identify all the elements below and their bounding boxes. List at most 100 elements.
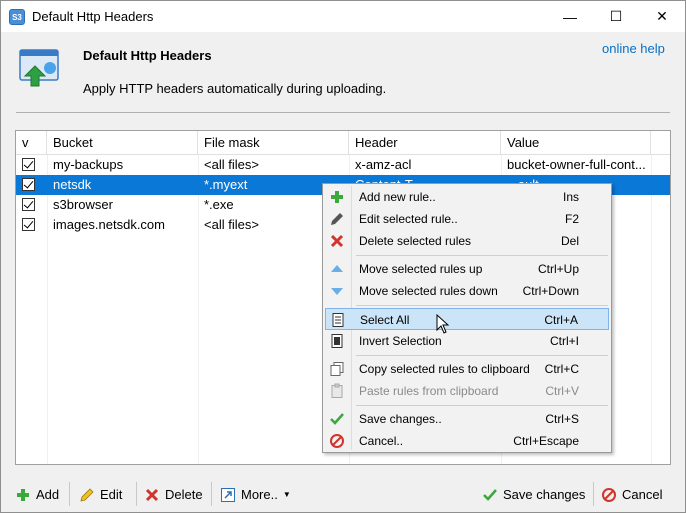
save-changes-button[interactable]: Save changes: [482, 484, 585, 506]
s3-app-icon: S3: [9, 9, 25, 25]
maximize-button[interactable]: ☐: [593, 1, 639, 32]
menu-item-move-down[interactable]: Move selected rules down Ctrl+Down: [325, 280, 609, 302]
menu-item-edit-rule[interactable]: Edit selected rule.. F2: [325, 208, 609, 230]
mouse-cursor-icon: [436, 314, 450, 334]
menu-item-shortcut: Ctrl+V: [545, 384, 579, 398]
upload-window-icon: [19, 49, 59, 87]
menu-item-shortcut: Del: [560, 234, 579, 248]
window-title: Default Http Headers: [32, 9, 154, 24]
menu-separator: [356, 255, 608, 256]
bottom-toolbar: Add Edit Delete More.. ▼ Save changes Ca…: [1, 476, 685, 512]
menu-separator: [356, 305, 608, 306]
value-cell: bucket-owner-full-cont...: [507, 157, 646, 172]
toolbar-divider: [69, 482, 70, 506]
header-cell: x-amz-acl: [355, 157, 412, 172]
edit-button[interactable]: Edit: [79, 484, 122, 506]
table-header: v Bucket File mask Header Value: [16, 131, 670, 155]
toolbar-divider: [593, 482, 594, 506]
paste-icon: [329, 383, 345, 399]
column-header-value[interactable]: Value: [501, 131, 651, 155]
menu-item-label: Add new rule..: [359, 190, 436, 204]
add-button[interactable]: Add: [15, 484, 59, 506]
menu-item-move-up[interactable]: Move selected rules up Ctrl+Up: [325, 258, 609, 280]
online-help-link[interactable]: online help: [602, 41, 665, 56]
minimize-button[interactable]: —: [547, 1, 593, 32]
external-arrow-icon: [221, 488, 235, 502]
menu-item-add-rule[interactable]: Add new rule.. Ins: [325, 186, 609, 208]
plus-icon: [329, 189, 345, 205]
arrow-up-icon: [329, 261, 345, 277]
pencil-icon: [80, 488, 94, 502]
menu-item-shortcut: Ctrl+Down: [522, 284, 579, 298]
column-header-header[interactable]: Header: [349, 131, 501, 155]
document-icon: [330, 312, 346, 328]
menu-item-paste-rules[interactable]: Paste rules from clipboard Ctrl+V: [325, 380, 609, 402]
menu-item-label: Save changes..: [359, 412, 442, 426]
more-button-label: More..: [241, 487, 278, 502]
menu-item-label: Move selected rules down: [359, 284, 498, 298]
checkmark-icon: [329, 411, 345, 427]
delete-x-icon: [329, 233, 345, 249]
cancel-icon: [602, 488, 616, 502]
delete-button-label: Delete: [165, 487, 203, 502]
cancel-button[interactable]: Cancel: [601, 484, 662, 506]
table-row[interactable]: my-backups <all files> x-amz-acl bucket-…: [16, 155, 670, 175]
cancel-button-label: Cancel: [622, 487, 663, 502]
menu-item-copy-rules[interactable]: Copy selected rules to clipboard Ctrl+C: [325, 358, 609, 380]
menu-item-label: Cancel..: [359, 434, 404, 448]
menu-item-label: Paste rules from clipboard: [359, 384, 499, 398]
menu-item-shortcut: Ctrl+C: [544, 362, 579, 376]
enabled-checkbox[interactable]: [22, 178, 35, 191]
save-changes-label: Save changes: [503, 487, 586, 502]
dropdown-arrow-icon: ▼: [282, 490, 291, 499]
menu-item-delete-rules[interactable]: Delete selected rules Del: [325, 230, 609, 252]
delete-button[interactable]: Delete: [144, 484, 203, 506]
menu-item-label: Edit selected rule..: [359, 212, 458, 226]
menu-item-cancel[interactable]: Cancel.. Ctrl+Escape: [325, 430, 609, 452]
column-header-bucket[interactable]: Bucket: [47, 131, 198, 155]
cancel-icon: [329, 433, 345, 449]
delete-x-icon: [145, 488, 159, 502]
menu-item-shortcut: Ctrl+Up: [537, 262, 579, 276]
bucket-cell: images.netsdk.com: [53, 217, 165, 232]
menu-item-shortcut: Ctrl+A: [544, 313, 578, 327]
arrow-down-icon: [329, 283, 345, 299]
enabled-checkbox[interactable]: [22, 218, 35, 231]
context-menu: Add new rule.. Ins Edit selected rule.. …: [322, 183, 612, 453]
menu-item-select-all[interactable]: Select All Ctrl+A: [325, 308, 609, 330]
dialog-header: Default Http Headers Apply HTTP headers …: [1, 32, 685, 116]
menu-item-save-changes[interactable]: Save changes.. Ctrl+S: [325, 408, 609, 430]
edit-button-label: Edit: [100, 487, 123, 502]
close-button[interactable]: ✕: [639, 1, 685, 32]
header-subtitle: Apply HTTP headers automatically during …: [83, 81, 387, 96]
toolbar-divider: [211, 482, 212, 506]
menu-item-shortcut: Ctrl+Escape: [513, 434, 579, 448]
menu-separator: [356, 405, 608, 406]
toolbar-divider: [136, 482, 137, 506]
menu-separator: [356, 355, 608, 356]
header-separator: [16, 112, 670, 113]
enabled-checkbox[interactable]: [22, 198, 35, 211]
menu-item-label: Move selected rules up: [359, 262, 483, 276]
menu-item-shortcut: Ins: [562, 190, 579, 204]
file-mask-cell: <all files>: [204, 157, 259, 172]
column-header-file-mask[interactable]: File mask: [198, 131, 349, 155]
menu-item-label: Invert Selection: [359, 334, 442, 348]
copy-icon: [329, 361, 345, 377]
document-invert-icon: [329, 333, 345, 349]
dialog-window: S3 Default Http Headers — ☐ ✕ Default Ht…: [0, 0, 686, 513]
menu-item-shortcut: Ctrl+I: [549, 334, 579, 348]
pencil-icon: [329, 211, 345, 227]
column-header-enabled[interactable]: v: [16, 131, 47, 155]
add-button-label: Add: [36, 487, 60, 502]
more-button[interactable]: More.. ▼: [220, 484, 291, 506]
header-title: Default Http Headers: [83, 48, 212, 63]
menu-item-invert-selection[interactable]: Invert Selection Ctrl+I: [325, 330, 609, 352]
bucket-cell: my-backups: [53, 157, 124, 172]
menu-item-shortcut: F2: [564, 212, 579, 226]
bucket-cell: netsdk: [53, 177, 92, 192]
plus-icon: [17, 489, 29, 501]
checkmark-icon: [483, 489, 497, 501]
menu-item-label: Copy selected rules to clipboard: [359, 362, 530, 376]
enabled-checkbox[interactable]: [22, 158, 35, 171]
